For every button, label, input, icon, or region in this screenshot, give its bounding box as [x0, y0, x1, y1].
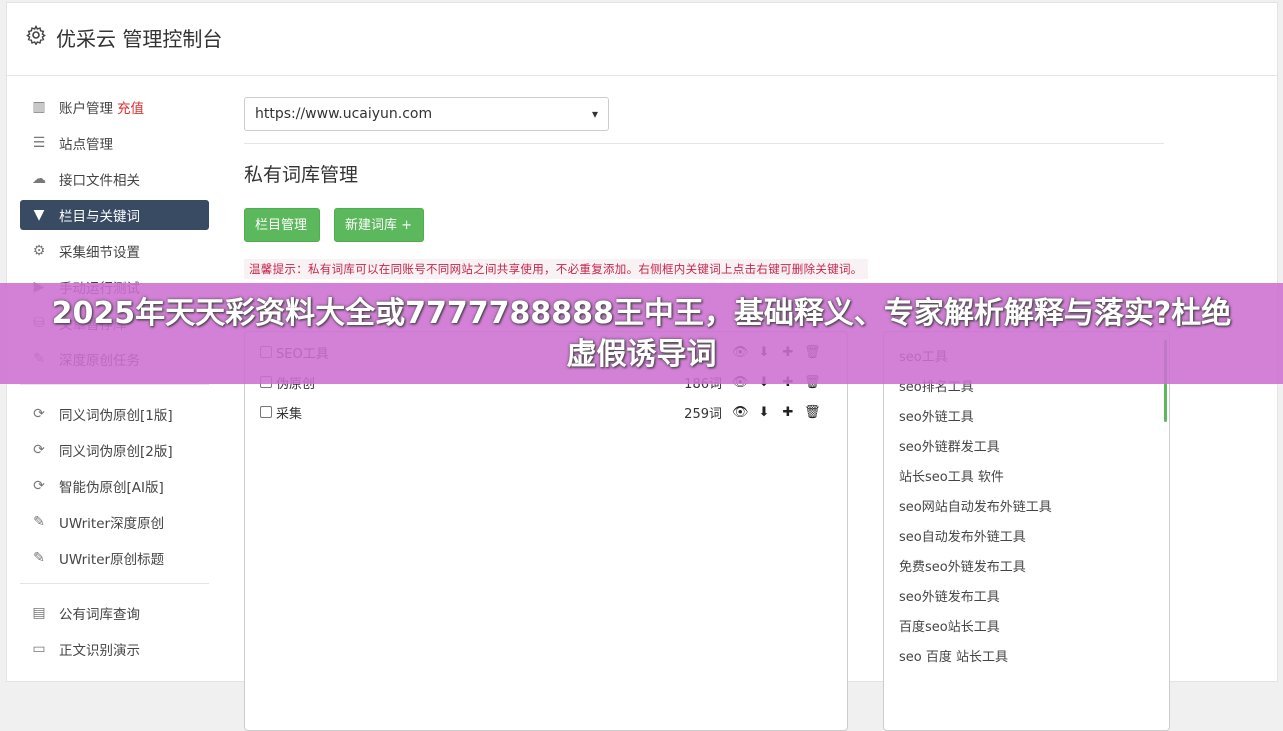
plus-icon[interactable]: ✚ — [780, 405, 796, 420]
sidebar-item-label: 站点管理 — [59, 137, 113, 153]
refresh-icon: ⟳ — [33, 442, 45, 458]
library-list: SEO工具👁⬇✚🗑伪原创186词👁⬇✚🗑采集259词👁⬇✚🗑 — [244, 331, 848, 731]
sidebar-item[interactable]: ⟳ 智能伪原创[AI版] — [20, 471, 209, 501]
monitor-icon: ▭ — [32, 641, 46, 657]
sidebar-item-label: 采集细节设置 — [59, 245, 140, 261]
filter-icon: ▼ — [33, 207, 45, 223]
warning-tip: 温馨提示：私有词库可以在同账号不同网站之间共享使用，不必重复添加。右侧框内关键词… — [244, 259, 868, 279]
sidebar-item-label: 接口文件相关 — [59, 173, 140, 189]
keyword-item[interactable]: seo外链群发工具 — [899, 436, 1000, 455]
keyword-item[interactable]: 免费seo外链发布工具 — [899, 556, 1026, 575]
sidebar-item-label: 同义词伪原创[2版] — [59, 444, 173, 460]
divider — [244, 143, 1164, 144]
sidebar-item[interactable]: ✎ UWriter原创标题 — [20, 543, 209, 573]
refresh-icon: ⟳ — [33, 406, 45, 422]
keyword-item[interactable]: seo 百度 站长工具 — [899, 646, 1008, 665]
library-row: 采集 259词 👁 ⬇ ✚ 🗑 — [260, 402, 838, 422]
keyword-item[interactable]: seo外链发布工具 — [899, 586, 1000, 605]
library-count: 259词 — [684, 406, 722, 422]
edit-icon: ✎ — [33, 550, 45, 566]
sidebar-item[interactable]: ▼ 栏目与关键词 — [20, 200, 209, 230]
sidebar-item-label: 正文识别演示 — [59, 643, 140, 659]
app-title: 优采云 管理控制台 — [56, 27, 223, 51]
page-title: 私有词库管理 — [244, 164, 359, 186]
chevron-down-icon: ▾ — [591, 107, 598, 121]
sidebar-item[interactable]: ☁ 接口文件相关 — [20, 164, 209, 194]
sidebar-item[interactable]: ▤ 公有词库查询 — [20, 598, 209, 628]
keyword-item[interactable]: 百度seo站长工具 — [899, 616, 1000, 635]
site-select-value: https://www.ucaiyun.com — [255, 106, 433, 122]
sidebar-item[interactable]: ✎ UWriter深度原创 — [20, 507, 209, 537]
sidebar-divider — [20, 384, 209, 385]
keyword-item[interactable]: 站长seo工具 软件 — [899, 466, 1004, 485]
gear-icon — [26, 25, 46, 45]
sidebar-item-label: 智能伪原创[AI版] — [59, 480, 164, 496]
keyword-item[interactable]: seo外链工具 — [899, 406, 974, 425]
sidebar-item-label: 账户管理 — [59, 101, 113, 117]
sidebar-item[interactable]: ▥ 账户管理 充值 — [20, 92, 209, 122]
keyword-item[interactable]: seo自动发布外链工具 — [899, 526, 1026, 545]
sidebar-item-label: 栏目与关键词 — [59, 209, 140, 225]
sidebar-item[interactable]: ☰ 站点管理 — [20, 128, 209, 158]
overlay-banner: 2025年天天彩资料大全或7777788888王中王，基础释义、专家解析解释与落… — [0, 283, 1283, 384]
sidebar-item-label: UWriter原创标题 — [59, 552, 165, 568]
cloud-upload-icon: ☁ — [32, 171, 46, 187]
book-icon: ▤ — [32, 605, 46, 621]
banner-text: 2025年天天彩资料大全或7777788888王中王，基础释义、专家解析解释与落… — [51, 295, 1232, 372]
recharge-link[interactable]: 充值 — [117, 97, 144, 117]
column-manage-button[interactable]: 栏目管理 — [244, 208, 320, 242]
sidebar-divider — [20, 583, 209, 584]
sidebar-item[interactable]: ⚙ 采集细节设置 — [20, 236, 209, 266]
sidebar-item-label: 公有词库查询 — [59, 607, 140, 623]
site-select[interactable]: https://www.ucaiyun.com ▾ — [244, 97, 609, 131]
sidebar-item-label: UWriter深度原创 — [59, 516, 165, 532]
download-icon[interactable]: ⬇ — [756, 405, 772, 420]
new-library-button[interactable]: 新建词库 + — [334, 208, 424, 242]
keyword-list: seo工具seo排名工具seo外链工具seo外链群发工具站长seo工具 软件se… — [883, 331, 1170, 731]
bar-chart-icon: ▥ — [32, 99, 46, 115]
edit-icon: ✎ — [33, 514, 45, 530]
top-bar: 优采云 管理控制台 — [7, 3, 1277, 76]
refresh-icon: ⟳ — [33, 478, 45, 494]
sidebar-item[interactable]: ⟳ 同义词伪原创[2版] — [20, 435, 209, 465]
server-icon: ☰ — [32, 135, 46, 151]
cogs-icon: ⚙ — [32, 243, 46, 259]
keyword-item[interactable]: seo网站自动发布外链工具 — [899, 496, 1052, 515]
library-checkbox[interactable] — [260, 406, 272, 418]
sidebar-item[interactable]: ▭ 正文识别演示 — [20, 634, 209, 664]
eye-icon[interactable]: 👁 — [732, 405, 749, 420]
sidebar-item[interactable]: ⟳ 同义词伪原创[1版] — [20, 399, 209, 429]
sidebar-item-label: 同义词伪原创[1版] — [59, 408, 173, 424]
library-name: 采集 — [276, 406, 303, 422]
trash-icon[interactable]: 🗑 — [804, 405, 821, 420]
